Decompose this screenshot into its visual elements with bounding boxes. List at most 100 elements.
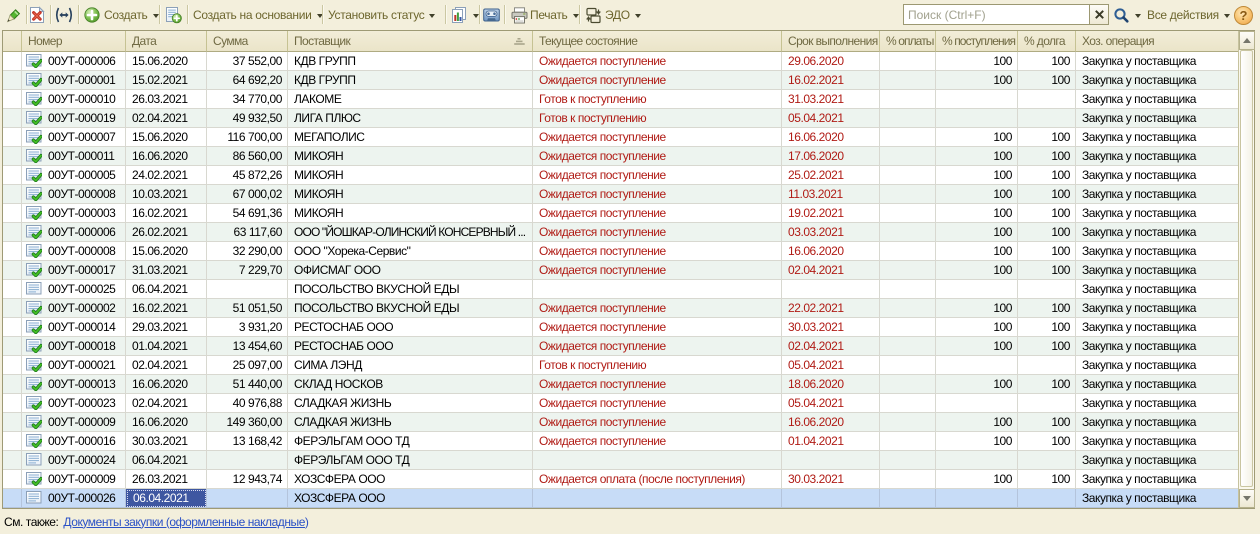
cell-sum[interactable]: 13 454,60 <box>207 337 288 356</box>
header-receipt-pct[interactable]: % поступления <box>936 31 1018 52</box>
cell-date[interactable]: 24.02.2021 <box>126 166 207 185</box>
cell-state[interactable]: Ожидается поступление <box>533 223 782 242</box>
cell-number[interactable]: 00УТ-000024 <box>22 451 126 470</box>
table-row[interactable]: 00УТ-00000810.03.202167 000,02МИКОЯНОжид… <box>3 185 1238 204</box>
table-row[interactable]: 00УТ-00001026.03.202134 770,00ЛАКОМЕГото… <box>3 90 1238 109</box>
cell-date[interactable]: 29.03.2021 <box>126 318 207 337</box>
cell-state[interactable]: Ожидается поступление <box>533 166 782 185</box>
header-pay-pct[interactable]: % оплаты <box>880 31 936 52</box>
table-row[interactable]: 00УТ-00000216.02.202151 051,50ПОСОЛЬСТВО… <box>3 299 1238 318</box>
cell-sum[interactable]: 116 700,00 <box>207 128 288 147</box>
cell-supplier[interactable]: МИКОЯН <box>288 166 533 185</box>
create-based-button[interactable]: Создать на основании <box>193 0 323 30</box>
cell-pay-pct[interactable] <box>880 470 936 489</box>
cell-marker[interactable] <box>3 52 22 71</box>
header-marker[interactable] <box>3 31 22 52</box>
cell-supplier[interactable]: МИКОЯН <box>288 147 533 166</box>
cell-number[interactable]: 00УТ-000003 <box>22 204 126 223</box>
cell-receipt-pct[interactable] <box>936 90 1018 109</box>
cell-supplier[interactable]: ЛАКОМЕ <box>288 90 533 109</box>
cell-receipt-pct[interactable]: 100 <box>936 470 1018 489</box>
cell-operation[interactable]: Закупка у поставщика <box>1076 375 1238 394</box>
cell-receipt-pct[interactable] <box>936 394 1018 413</box>
cell-debt-pct[interactable] <box>1018 280 1076 299</box>
cell-operation[interactable]: Закупка у поставщика <box>1076 299 1238 318</box>
cell-debt-pct[interactable]: 100 <box>1018 223 1076 242</box>
cell-state[interactable]: Ожидается поступление <box>533 337 782 356</box>
cell-state[interactable]: Ожидается поступление <box>533 299 782 318</box>
table-row[interactable]: 00УТ-00000715.06.2020116 700,00МЕГАПОЛИС… <box>3 128 1238 147</box>
cell-date[interactable]: 15.06.2020 <box>126 128 207 147</box>
help-button[interactable]: ? <box>1234 0 1253 30</box>
cell-number[interactable]: 00УТ-000011 <box>22 147 126 166</box>
cell-date[interactable]: 02.04.2021 <box>126 356 207 375</box>
cell-receipt-pct[interactable]: 100 <box>936 318 1018 337</box>
cell-pay-pct[interactable] <box>880 52 936 71</box>
table-row[interactable]: 00УТ-00000316.02.202154 691,36МИКОЯНОжид… <box>3 204 1238 223</box>
cell-debt-pct[interactable]: 100 <box>1018 432 1076 451</box>
cell-debt-pct[interactable] <box>1018 489 1076 508</box>
cell-due[interactable]: 19.02.2021 <box>782 204 880 223</box>
table-row[interactable]: 00УТ-00000615.06.202037 552,00КДВ ГРУППО… <box>3 52 1238 71</box>
cell-date[interactable]: 16.02.2021 <box>126 299 207 318</box>
create-button[interactable]: Создать <box>84 0 159 30</box>
cell-supplier[interactable]: СИМА ЛЭНД <box>288 356 533 375</box>
cell-debt-pct[interactable]: 100 <box>1018 204 1076 223</box>
cell-receipt-pct[interactable] <box>936 280 1018 299</box>
cell-state[interactable]: Ожидается поступление <box>533 71 782 90</box>
scroll-down-button[interactable] <box>1239 489 1255 508</box>
cell-receipt-pct[interactable]: 100 <box>936 299 1018 318</box>
cell-pay-pct[interactable] <box>880 90 936 109</box>
cell-number[interactable]: 00УТ-000007 <box>22 128 126 147</box>
cell-pay-pct[interactable] <box>880 299 936 318</box>
cell-receipt-pct[interactable]: 100 <box>936 166 1018 185</box>
cell-state[interactable]: Готов к поступлению <box>533 356 782 375</box>
cell-pay-pct[interactable] <box>880 128 936 147</box>
cell-sum[interactable]: 51 440,00 <box>207 375 288 394</box>
cell-receipt-pct[interactable]: 100 <box>936 432 1018 451</box>
table-row[interactable]: 00УТ-00001731.03.20217 229,70ОФИСМАГ ООО… <box>3 261 1238 280</box>
cell-debt-pct[interactable] <box>1018 451 1076 470</box>
table-row[interactable]: 00УТ-00001801.04.202113 454,60РЕСТОСНАБ … <box>3 337 1238 356</box>
cell-due[interactable]: 05.04.2021 <box>782 356 880 375</box>
cell-state[interactable] <box>533 451 782 470</box>
cell-debt-pct[interactable] <box>1018 394 1076 413</box>
cell-pay-pct[interactable] <box>880 166 936 185</box>
cell-sum[interactable] <box>207 451 288 470</box>
cell-marker[interactable] <box>3 242 22 261</box>
cell-pay-pct[interactable] <box>880 356 936 375</box>
cell-receipt-pct[interactable] <box>936 109 1018 128</box>
cell-state[interactable]: Ожидается поступление <box>533 394 782 413</box>
cell-supplier[interactable]: ФЕРЭЛЬГАМ ООО ТД <box>288 451 533 470</box>
cell-marker[interactable] <box>3 128 22 147</box>
cell-marker[interactable] <box>3 223 22 242</box>
cell-number[interactable]: 00УТ-000021 <box>22 356 126 375</box>
cell-receipt-pct[interactable]: 100 <box>936 204 1018 223</box>
cell-date[interactable]: 16.06.2020 <box>126 147 207 166</box>
cell-operation[interactable]: Закупка у поставщика <box>1076 147 1238 166</box>
cell-date[interactable]: 06.04.2021 <box>126 280 207 299</box>
cell-supplier[interactable]: РЕСТОСНАБ ООО <box>288 318 533 337</box>
cell-sum[interactable]: 49 932,50 <box>207 109 288 128</box>
cell-receipt-pct[interactable] <box>936 451 1018 470</box>
table-row[interactable]: 00УТ-00001429.03.20213 931,20РЕСТОСНАБ О… <box>3 318 1238 337</box>
cell-state[interactable]: Готов к поступлению <box>533 109 782 128</box>
cell-marker[interactable] <box>3 356 22 375</box>
cell-operation[interactable]: Закупка у поставщика <box>1076 109 1238 128</box>
clear-search-button[interactable] <box>1089 4 1109 25</box>
cell-sum[interactable]: 7 229,70 <box>207 261 288 280</box>
cell-operation[interactable]: Закупка у поставщика <box>1076 90 1238 109</box>
vertical-scrollbar[interactable] <box>1238 31 1254 508</box>
cell-marker[interactable] <box>3 413 22 432</box>
cell-due[interactable]: 02.04.2021 <box>782 261 880 280</box>
cell-debt-pct[interactable]: 100 <box>1018 147 1076 166</box>
cell-sum[interactable]: 67 000,02 <box>207 185 288 204</box>
table-row[interactable]: 00УТ-00002506.04.2021ПОСОЛЬСТВО ВКУСНОЙ … <box>3 280 1238 299</box>
cell-receipt-pct[interactable]: 100 <box>936 223 1018 242</box>
cell-sum[interactable]: 64 692,20 <box>207 71 288 90</box>
cell-operation[interactable]: Закупка у поставщика <box>1076 280 1238 299</box>
cell-receipt-pct[interactable]: 100 <box>936 71 1018 90</box>
cell-debt-pct[interactable]: 100 <box>1018 185 1076 204</box>
cell-pay-pct[interactable] <box>880 280 936 299</box>
cell-pay-pct[interactable] <box>880 489 936 508</box>
